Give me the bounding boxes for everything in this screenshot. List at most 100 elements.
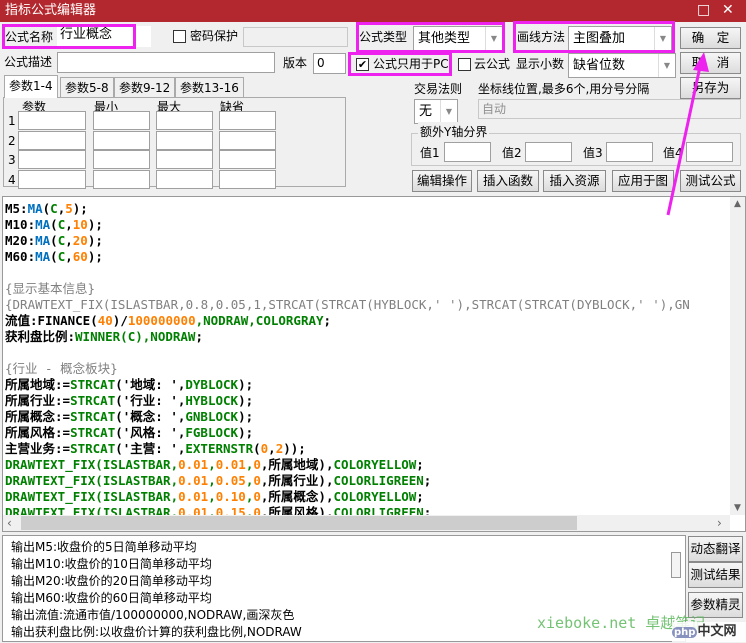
code-line: 获利盘比例:WINNER(C),NODRAW; — [5, 329, 690, 345]
code-token: 5 — [65, 201, 73, 216]
horizontal-scrollbar[interactable]: ‹ › — [3, 515, 730, 531]
password-input[interactable] — [243, 27, 348, 47]
vertical-scrollbar[interactable]: ▲ ▼ — [730, 197, 745, 515]
code-token: ); — [238, 393, 254, 408]
code-token: ); — [72, 201, 88, 216]
code-token: ; — [416, 489, 424, 504]
save-as-button[interactable]: 另存为 — [680, 77, 741, 99]
code-token: , — [208, 457, 216, 472]
output-line: 输出M10:收盘价的10日简单移动平均 — [11, 557, 212, 571]
code-text[interactable]: M5:MA(C,5); M10:MA(C,10); M20:MA(C,20); M60… — [5, 201, 690, 521]
formula-desc-input[interactable] — [57, 52, 275, 73]
code-token: 0 — [253, 473, 261, 488]
maximize-icon[interactable]: □ — [697, 2, 710, 18]
insert-resource-button[interactable]: 插入资源 — [543, 170, 606, 192]
param-cell-input[interactable] — [18, 169, 86, 189]
param-row-number: 3 — [8, 153, 16, 167]
coord-input[interactable]: 自动 — [478, 99, 741, 119]
code-token: 0 — [253, 489, 261, 504]
param-cell-input[interactable] — [18, 111, 86, 130]
code-token: ('地域: ', — [115, 377, 186, 392]
code-token: MA — [35, 217, 51, 232]
code-token: ; — [323, 313, 332, 328]
code-token: ( — [50, 233, 58, 248]
version-label: 版本 — [283, 56, 308, 70]
code-token: MA — [35, 233, 51, 248]
param-cell-input[interactable] — [219, 169, 276, 189]
param-cell-input[interactable] — [156, 111, 213, 130]
code-line: 主营业务:=STRCAT('主营: ',EXTERNSTR(0,2)); — [5, 441, 690, 457]
param-cell-input[interactable] — [219, 111, 276, 130]
code-token: 所属行业:= — [5, 393, 71, 408]
param-cell-input[interactable] — [93, 169, 150, 189]
code-token: 主营业务:= — [5, 441, 71, 456]
yaxis-value-input[interactable] — [686, 142, 733, 162]
code-token: 0.10 — [215, 489, 246, 504]
tab-params-1-4[interactable]: 参数1-4 — [4, 75, 58, 98]
yaxis-value-label: 值4 — [663, 146, 683, 160]
code-token: 所属概念:= — [5, 409, 71, 424]
version-input[interactable]: 0 — [313, 53, 346, 74]
yaxis-value-input[interactable] — [525, 142, 572, 162]
scrollbar-thumb[interactable] — [21, 516, 577, 530]
code-token: {行业 - 概念板块} — [5, 361, 118, 376]
formula-desc-label: 公式描述 — [4, 55, 53, 69]
close-icon[interactable]: ✕ — [722, 2, 734, 18]
code-line: {行业 - 概念板块} — [5, 361, 690, 377]
param-cell-input[interactable] — [18, 130, 86, 150]
code-token: , — [268, 441, 276, 456]
param-cell-input[interactable] — [93, 130, 150, 150]
output-scrollbar-thumb[interactable] — [671, 552, 681, 578]
code-token: 获利盘比例: — [5, 329, 76, 344]
yaxis-value-input[interactable] — [606, 142, 653, 162]
trade-rule-label: 交易法则 — [414, 82, 463, 96]
code-token: 0.01 — [178, 489, 209, 504]
code-token: STRCAT — [70, 377, 116, 392]
code-token: FGBLOCK — [185, 425, 239, 440]
trade-rule-select[interactable]: 无 ▼ — [414, 99, 458, 124]
code-token: MA — [35, 249, 51, 264]
code-token: ); — [87, 249, 103, 264]
insert-function-button[interactable]: 插入函数 — [477, 170, 539, 192]
code-token: )); — [283, 441, 306, 456]
code-token: DRAWTEXT_FIX(ISLASTBAR, — [5, 457, 179, 472]
code-token: {DRAWTEXT_FIX(ISLASTBAR,0.8,0.05,1,STRCA… — [5, 297, 690, 312]
code-token: DYBLOCK — [185, 377, 239, 392]
code-token: ,所属概念), — [260, 489, 334, 504]
param-cell-input[interactable] — [219, 150, 276, 169]
param-cell-input[interactable] — [156, 150, 213, 169]
yaxis-value-label: 值3 — [583, 146, 603, 160]
code-token: 0.05 — [215, 473, 246, 488]
tab-params-5-8[interactable]: 参数5-8 — [60, 77, 114, 98]
password-checkbox[interactable] — [173, 30, 186, 43]
param-cell-input[interactable] — [93, 150, 150, 169]
code-editor[interactable]: M5:MA(C,5); M10:MA(C,10); M20:MA(C,20); M60… — [2, 196, 746, 532]
tab-params-13-16[interactable]: 参数13-16 — [175, 77, 244, 98]
apply-to-chart-button[interactable]: 应用于图 — [612, 170, 674, 192]
code-token: MA — [27, 201, 43, 216]
param-cell-input[interactable] — [219, 130, 276, 150]
cloud-label: 云公式 — [474, 57, 511, 71]
param-cell-input[interactable] — [93, 111, 150, 130]
test-formula-button[interactable]: 测试公式 — [680, 170, 741, 192]
edit-ops-button[interactable]: 编辑操作 — [412, 170, 472, 192]
code-token: STRCAT — [70, 425, 116, 440]
param-cell-input[interactable] — [156, 169, 213, 189]
code-token: , — [65, 233, 73, 248]
highlight-box — [2, 24, 136, 49]
param-cell-input[interactable] — [18, 150, 86, 169]
param-cell-input[interactable] — [156, 130, 213, 150]
test-result-button[interactable]: 测试结果 — [688, 562, 743, 588]
yaxis-value-input[interactable] — [444, 142, 491, 162]
decimal-select[interactable]: 缺省位数 ▼ — [568, 53, 676, 78]
tab-params-9-12[interactable]: 参数9-12 — [114, 77, 176, 98]
cloud-checkbox[interactable] — [458, 58, 471, 71]
dynamic-translate-button[interactable]: 动态翻译 — [688, 536, 743, 562]
code-token: ,NODRAW,COLORGRAY — [195, 313, 324, 328]
code-line: 所属行业:=STRCAT('行业: ',HYBLOCK); — [5, 393, 690, 409]
cancel-button[interactable]: 取 消 — [680, 52, 741, 74]
code-token: M10: — [5, 217, 36, 232]
code-token: 所属风格:= — [5, 425, 71, 440]
ok-button[interactable]: 确 定 — [680, 27, 741, 49]
